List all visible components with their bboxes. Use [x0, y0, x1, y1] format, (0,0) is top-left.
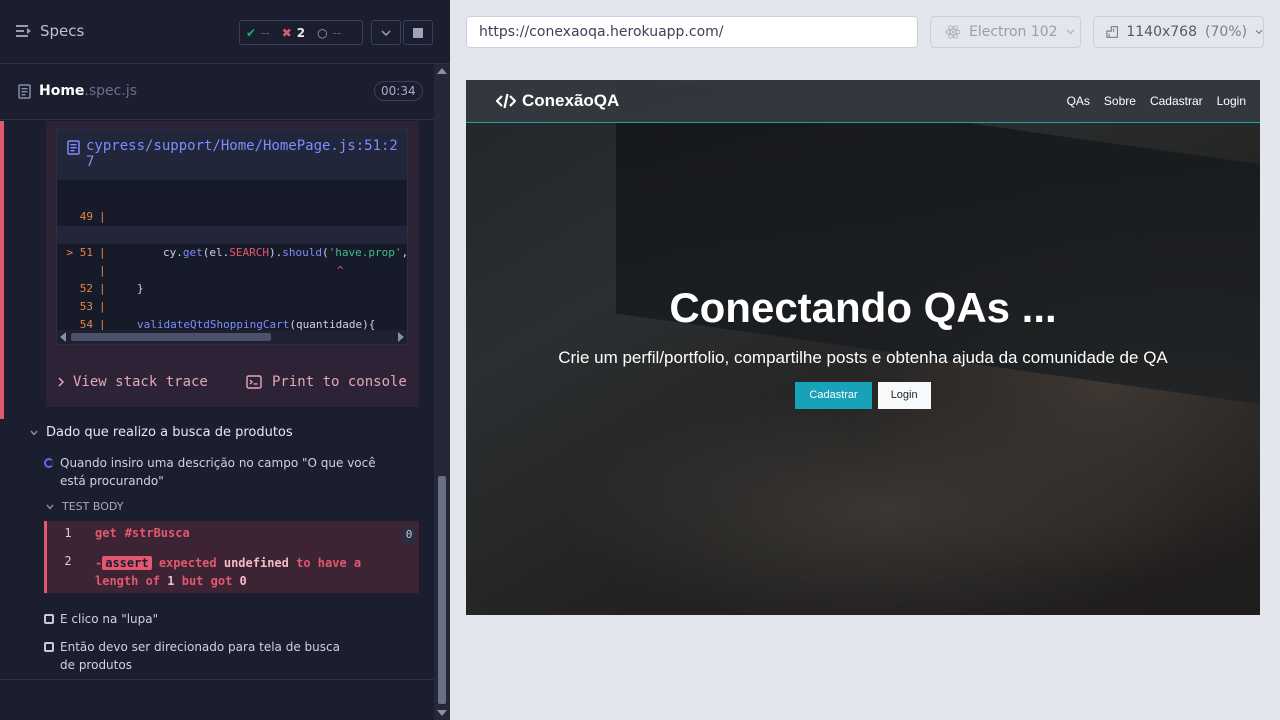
menu-icon	[16, 25, 31, 37]
site-navbar: ConexãoQA QAs Sobre Cadastrar Login	[466, 80, 1260, 123]
chevron-down-icon	[46, 504, 54, 510]
chevron-down-icon	[1255, 29, 1263, 35]
divider	[0, 679, 434, 680]
file-icon	[67, 140, 80, 155]
chevron-right-icon	[58, 377, 65, 387]
code-line: 52 |}	[79, 282, 144, 295]
error-actions: View stack trace Print to console	[46, 357, 419, 407]
specs-label: Specs	[40, 22, 85, 40]
scroll-right-icon[interactable]	[398, 332, 404, 342]
print-to-console-button[interactable]: Print to console	[246, 374, 407, 390]
code-lines: 49| 50|validateInputSearch(label){ > 51|…	[57, 190, 408, 331]
chevron-down-icon	[1066, 29, 1075, 35]
spec-duration: 00:34	[374, 81, 423, 101]
test-step-running[interactable]: Quando insiro uma descrição no campo "O …	[44, 454, 404, 490]
x-icon: ✖	[281, 25, 292, 40]
code-frame-file-link[interactable]: cypress/support/Home/HomePage.js:51:27	[57, 130, 407, 180]
view-stack-trace-button[interactable]: View stack trace	[58, 374, 208, 390]
command-log: 1 get #strBusca 0 2 - assert expected unde…	[44, 521, 419, 593]
terminal-icon	[246, 375, 262, 389]
viewport-scale: (70%)	[1205, 24, 1248, 40]
failed-count: ✖ 2	[281, 25, 306, 40]
chevron-down-icon	[30, 430, 38, 436]
ruler-icon	[1106, 26, 1119, 38]
specs-toggle-button[interactable]: Specs	[16, 22, 84, 40]
code-line: | ^	[99, 264, 344, 277]
scrollbar-thumb[interactable]	[71, 333, 271, 341]
electron-icon	[945, 25, 961, 39]
hero-lead: Crie um perfil/portfolio, compartilhe po…	[558, 348, 1168, 367]
pending-step-icon	[44, 614, 54, 624]
test-stats: ✔ -- ✖ 2 ○ --	[239, 20, 363, 45]
passed-count: ✔ --	[246, 25, 270, 40]
reporter-panel: Specs ✔ -- ✖ 2 ○ -- Home.spec.js 00:34 c…	[0, 0, 450, 720]
hero-buttons: Cadastrar Login	[466, 382, 1260, 409]
nav-link-cadastrar[interactable]: Cadastrar	[1150, 94, 1203, 108]
pending-icon: ○	[317, 25, 328, 40]
test-step-pending[interactable]: Então devo ser direcionado para tela de …	[44, 638, 344, 674]
login-button[interactable]: Login	[877, 382, 931, 409]
error-panel: cypress/support/Home/HomePage.js:51:27 4…	[46, 121, 419, 407]
nav-link-login[interactable]: Login	[1217, 94, 1246, 108]
code-line: 53 |	[79, 300, 106, 313]
stop-icon	[413, 27, 423, 38]
file-icon	[18, 83, 31, 99]
failed-test-marker	[0, 121, 4, 419]
test-body-toggle[interactable]: TEST BODY	[46, 500, 123, 513]
browser-selector[interactable]: Electron 102	[930, 16, 1081, 48]
chevron-down-icon	[381, 29, 391, 36]
nav-link-sobre[interactable]: Sobre	[1104, 94, 1136, 108]
scroll-up-icon[interactable]	[437, 68, 447, 74]
viewport-size: 1140x768	[1126, 24, 1197, 40]
app-under-test-frame: ConexãoQA QAs Sobre Cadastrar Login Cone…	[466, 80, 1260, 615]
spec-file[interactable]: Home.spec.js	[18, 83, 137, 99]
check-icon: ✔	[246, 25, 257, 40]
running-spinner-icon	[44, 458, 54, 468]
scroll-down-icon[interactable]	[437, 710, 447, 716]
site-nav-links: QAs Sobre Cadastrar Login	[1067, 94, 1246, 108]
element-count-badge: 0	[402, 527, 416, 543]
assert-tag: assert	[102, 556, 152, 570]
url-bar[interactable]: https://conexaoqa.herokuapp.com/	[466, 16, 918, 48]
code-line: 54 | validateQtdShoppingCart(quantidade){	[57, 298, 407, 331]
command-name: get	[95, 526, 117, 540]
options-dropdown-button[interactable]	[371, 20, 401, 45]
pending-step-icon	[44, 642, 54, 652]
scrollbar-thumb[interactable]	[438, 476, 446, 704]
code-horizontal-scrollbar[interactable]	[57, 330, 407, 344]
site-brand-link[interactable]: ConexãoQA	[496, 91, 619, 111]
spec-name: Home	[39, 83, 85, 99]
hero-content: Conectando QAs ... Crie um perfil/portfo…	[466, 282, 1260, 409]
spec-header: Home.spec.js 00:34	[0, 64, 434, 120]
scroll-left-icon[interactable]	[60, 332, 66, 342]
code-line-highlighted: > 51 | cy.get(el.SEARCH).should('have.prop…	[57, 226, 408, 259]
nav-link-qas[interactable]: QAs	[1067, 94, 1090, 108]
hero-title: Conectando QAs ...	[669, 284, 1057, 331]
code-frame: cypress/support/Home/HomePage.js:51:27 4…	[56, 129, 408, 345]
reporter-scrollbar[interactable]	[434, 64, 450, 720]
reporter-header: Specs ✔ -- ✖ 2 ○ --	[0, 0, 450, 64]
spec-extension: .spec.js	[84, 83, 137, 99]
test-step-pending[interactable]: E clico na "lupa"	[44, 610, 158, 628]
suite-title[interactable]: Dado que realizo a busca de produtos	[30, 425, 293, 440]
code-line: 50|validateInputSearch(label){	[57, 208, 407, 241]
pending-count: ○ --	[317, 25, 342, 40]
command-arg: #strBusca	[124, 526, 190, 540]
register-button[interactable]: Cadastrar	[795, 382, 872, 409]
stop-button[interactable]	[403, 20, 433, 45]
code-icon	[496, 93, 516, 109]
viewport-info[interactable]: 1140x768 (70%)	[1093, 16, 1264, 48]
code-line: 49 |	[79, 210, 106, 223]
